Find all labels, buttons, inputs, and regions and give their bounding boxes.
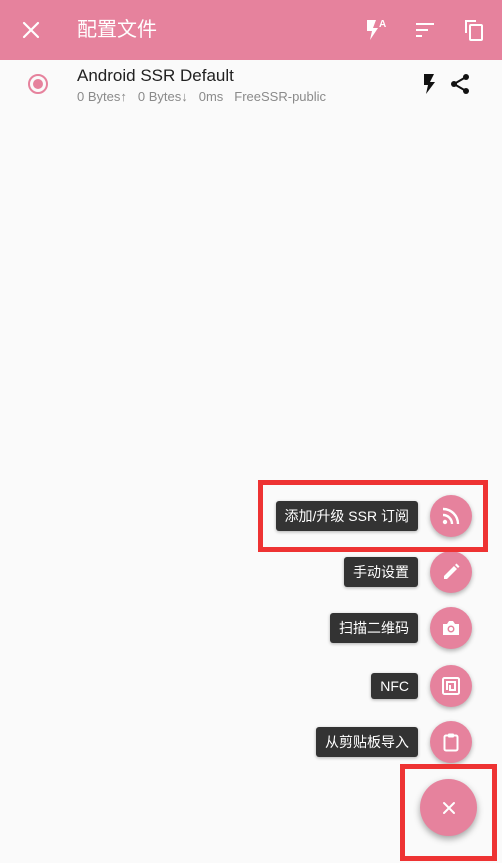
profile-list-item[interactable]: Android SSR Default 0 Bytes↑ 0 Bytes↓ 0ms F… <box>0 60 502 116</box>
page-title: 配置文件 <box>77 19 157 41</box>
profile-name: Android SSR Default <box>77 66 234 85</box>
test-all-button[interactable]: A <box>351 0 399 60</box>
fab-label-qrcode[interactable]: 扫描二维码 <box>330 613 418 643</box>
profile-radio[interactable] <box>27 73 49 95</box>
close-icon <box>22 21 40 39</box>
test-profile-button[interactable] <box>415 70 443 98</box>
nfc-icon <box>442 677 460 695</box>
highlight-box-subscription <box>258 480 488 552</box>
fab-item-clipboard[interactable]: 从剪贴板导入 <box>316 720 472 764</box>
svg-text:A: A <box>379 19 386 30</box>
camera-icon <box>443 621 459 635</box>
flash-auto-icon: A <box>367 19 386 40</box>
profile-tx: 0 Bytes↑ <box>77 89 127 104</box>
fab-item-manual[interactable]: 手动设置 <box>344 550 472 594</box>
pencil-icon <box>444 563 460 579</box>
fab-label-manual[interactable]: 手动设置 <box>344 557 418 587</box>
manual-settings-button[interactable] <box>430 551 472 593</box>
fab-label-nfc[interactable]: NFC <box>371 673 418 699</box>
close-button[interactable] <box>7 0 55 60</box>
sort-button[interactable] <box>401 0 449 60</box>
copy-button[interactable] <box>450 0 498 60</box>
fab-label-clipboard[interactable]: 从剪贴板导入 <box>316 727 418 757</box>
profile-latency: 0ms <box>198 89 224 104</box>
nfc-button[interactable] <box>430 665 472 707</box>
flash-icon <box>424 74 435 94</box>
scan-qrcode-button[interactable] <box>430 607 472 649</box>
fab-item-nfc[interactable]: NFC <box>371 664 472 708</box>
profile-rx: 0 Bytes↓ <box>137 89 188 104</box>
copy-icon <box>465 20 483 41</box>
profile-stats: 0 Bytes↑ 0 Bytes↓ 0ms FreeSSR-public <box>77 89 337 104</box>
share-profile-button[interactable] <box>446 70 474 98</box>
fab-item-qrcode[interactable]: 扫描二维码 <box>330 606 472 650</box>
import-clipboard-button[interactable] <box>430 721 472 763</box>
app-toolbar: 配置文件 A <box>0 0 502 60</box>
highlight-box-fab <box>400 764 497 861</box>
radio-selected-icon <box>28 74 48 94</box>
share-icon <box>451 74 469 94</box>
profile-group: FreeSSR-public <box>234 89 327 104</box>
sort-icon <box>416 23 434 37</box>
clipboard-icon <box>443 733 459 752</box>
